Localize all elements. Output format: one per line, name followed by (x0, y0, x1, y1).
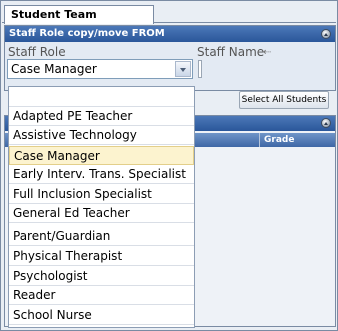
staff-role-dropdown-list[interactable]: Adapted PE TeacherAssistive Technology S… (8, 86, 195, 328)
dropdown-option[interactable]: Case Manager (9, 146, 194, 165)
collapse-icon[interactable] (321, 29, 331, 39)
collapse-icon[interactable] (321, 118, 331, 128)
dropdown-option[interactable]: Adapted PE Teacher (9, 107, 194, 126)
panel-title: Staff Role copy/move FROM (9, 28, 165, 39)
staff-name-field[interactable] (198, 60, 202, 78)
app-frame: Student Team Management Staff Role copy/… (0, 0, 338, 331)
staff-role-select[interactable]: Case Manager (7, 59, 193, 79)
tab-bar: Student Team Management (2, 2, 336, 38)
dropdown-option[interactable] (9, 88, 194, 107)
dropdown-option[interactable]: General Ed Teacher (9, 204, 194, 223)
arrow-left-icon: ⇠ (263, 47, 272, 58)
dropdown-option[interactable]: Psychologist (9, 267, 194, 286)
dropdown-option[interactable]: Physical Therapist (9, 247, 194, 266)
dropdown-option[interactable]: Reader (9, 286, 194, 305)
chevron-down-icon[interactable] (175, 61, 191, 77)
dropdown-option[interactable]: Assistive Technology Specialist (9, 126, 194, 161)
select-all-students-button[interactable]: Select All Students (239, 91, 329, 109)
dropdown-option[interactable]: Parent/Guardian (9, 227, 194, 246)
tab-student-team-management[interactable]: Student Team Management (4, 5, 154, 38)
dropdown-option[interactable]: Full Inclusion Specialist (9, 185, 194, 204)
dropdown-option[interactable]: School Nurse (9, 306, 194, 325)
grade-column-header[interactable]: Grade (259, 133, 294, 147)
staff-name-label: Staff Name (197, 45, 265, 59)
panel-header: Staff Role copy/move FROM (5, 26, 335, 42)
dropdown-option[interactable]: Early Interv. Trans. Specialist (9, 165, 194, 184)
staff-role-select-value: Case Manager (11, 62, 97, 76)
staff-role-label: Staff Role (8, 45, 66, 59)
